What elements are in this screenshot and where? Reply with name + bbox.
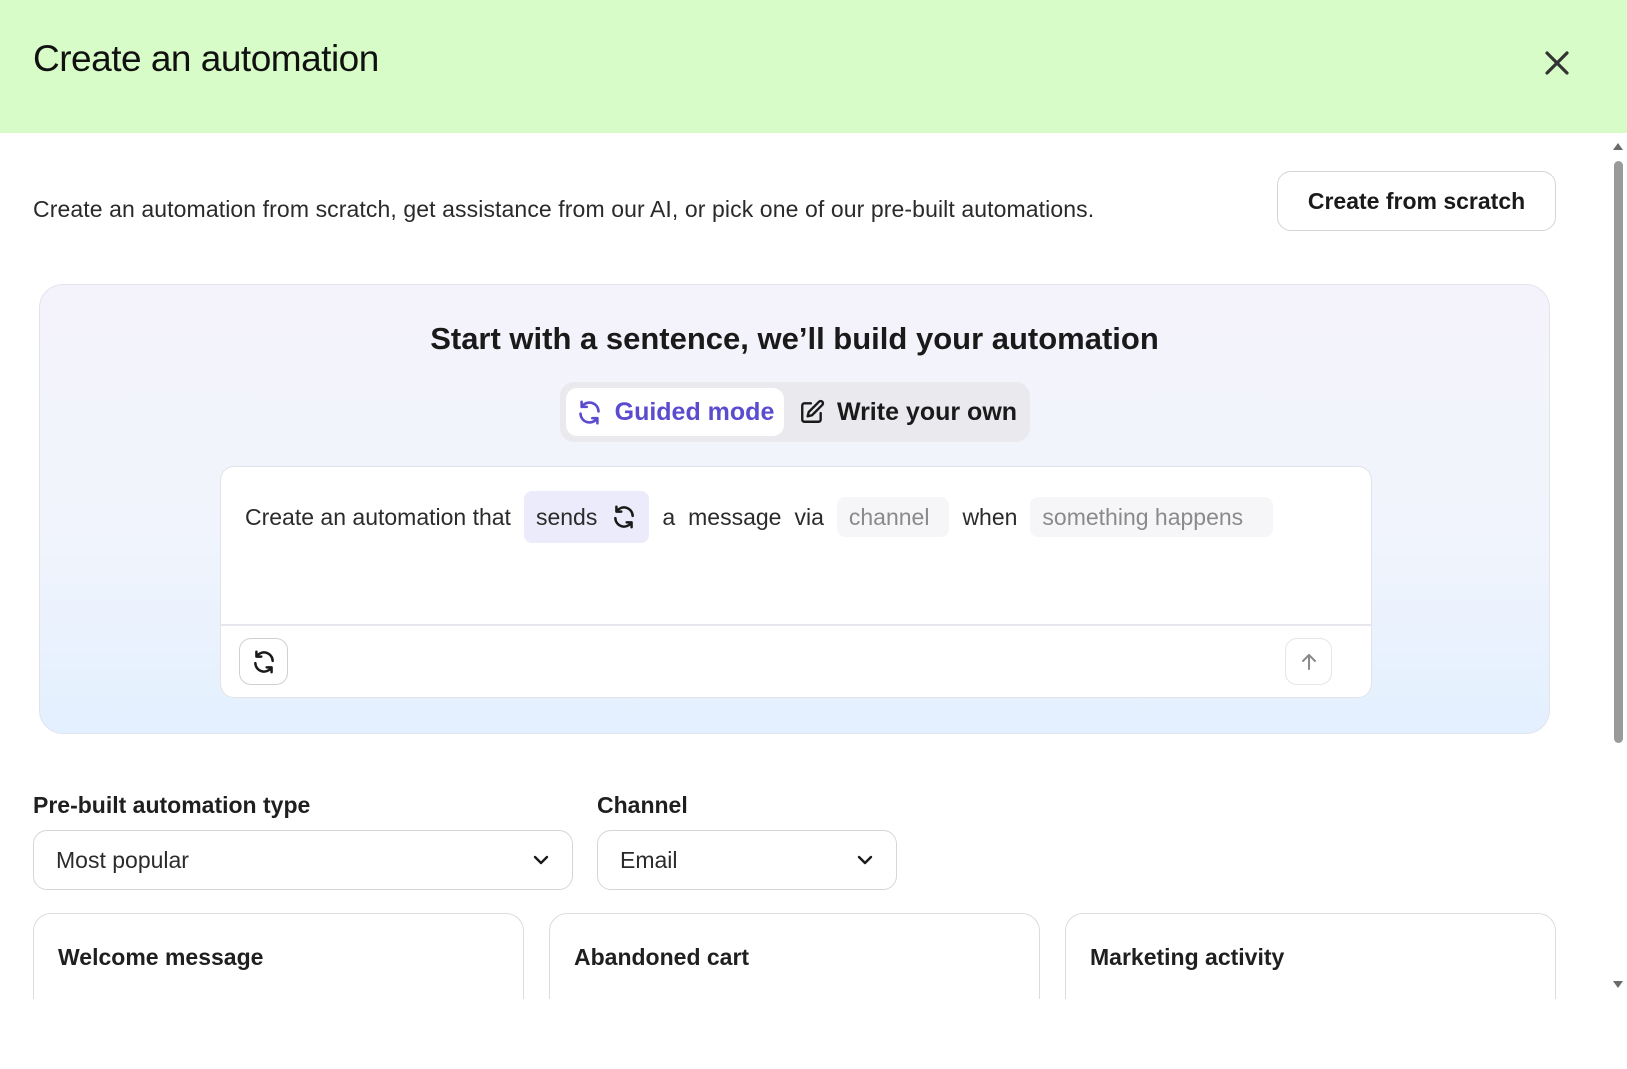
modal-title: Create an automation [33, 38, 379, 79]
sentence-word-a: a [662, 503, 676, 530]
action-chip[interactable]: sends [523, 491, 650, 543]
action-value: sends [535, 503, 598, 530]
sentence-word-message: message [688, 503, 782, 530]
scrollbar-thumb[interactable] [1614, 161, 1623, 743]
template-title: Marketing activity [1090, 944, 1285, 970]
chevron-down-icon [533, 855, 549, 865]
submit-button[interactable] [1285, 638, 1332, 685]
edit-icon [800, 399, 825, 423]
template-title: Abandoned cart [574, 944, 750, 970]
channel-value: Email [620, 846, 678, 873]
create-from-scratch-button[interactable]: Create from scratch [1277, 171, 1556, 231]
refresh-icon [253, 649, 274, 674]
guided-mode-label: Guided mode [614, 397, 775, 426]
chevron-down-icon [857, 855, 873, 865]
automation-type-label: Pre-built automation type [33, 792, 311, 818]
arrow-up-icon [1301, 653, 1316, 670]
template-card[interactable]: Marketing activity [1065, 913, 1556, 999]
template-card[interactable]: Welcome message [33, 913, 524, 999]
close-button[interactable] [1536, 42, 1578, 84]
vertical-scrollbar[interactable] [1610, 133, 1627, 999]
sentence-word-via: via [794, 503, 824, 530]
scroll-down-arrow[interactable] [1613, 981, 1623, 988]
modal-body: Create an automation from scratch, get a… [0, 133, 1610, 999]
refresh-icon [614, 505, 635, 529]
sentence-word-when: when [962, 503, 1018, 530]
channel-label: Channel [597, 792, 688, 818]
trigger-chip[interactable]: something happens [1030, 497, 1274, 537]
channel-select[interactable]: Email [597, 830, 897, 890]
intro-text: Create an automation from scratch, get a… [33, 196, 1095, 222]
refresh-icon [578, 400, 600, 424]
write-your-own-tab[interactable]: Write your own [792, 388, 1024, 436]
modal-footer-space [0, 999, 1627, 1069]
template-title: Welcome message [58, 944, 264, 970]
sentence-prefix: Create an automation that [245, 503, 511, 530]
automation-type-value: Most popular [56, 846, 189, 873]
ai-builder-title: Start with a sentence, we’ll build your … [430, 321, 1159, 356]
write-your-own-label: Write your own [836, 397, 1018, 426]
composer-divider [221, 624, 1371, 626]
template-card[interactable]: Abandoned cart [549, 913, 1040, 999]
close-icon [1545, 51, 1569, 75]
sentence-composer: Create an automation that sends a messag… [220, 466, 1372, 698]
channel-chip[interactable]: channel [836, 497, 950, 537]
modal-header: Create an automation [0, 0, 1627, 133]
ai-builder-card: Start with a sentence, we’ll build your … [39, 284, 1550, 734]
regenerate-button[interactable] [239, 638, 288, 685]
sentence-builder: Create an automation that sends a messag… [245, 491, 1274, 543]
guided-mode-tab[interactable]: Guided mode [566, 388, 784, 436]
automation-type-select[interactable]: Most popular [33, 830, 573, 890]
mode-toggle: Guided mode Write your own [560, 382, 1030, 442]
scroll-up-arrow[interactable] [1613, 143, 1623, 150]
